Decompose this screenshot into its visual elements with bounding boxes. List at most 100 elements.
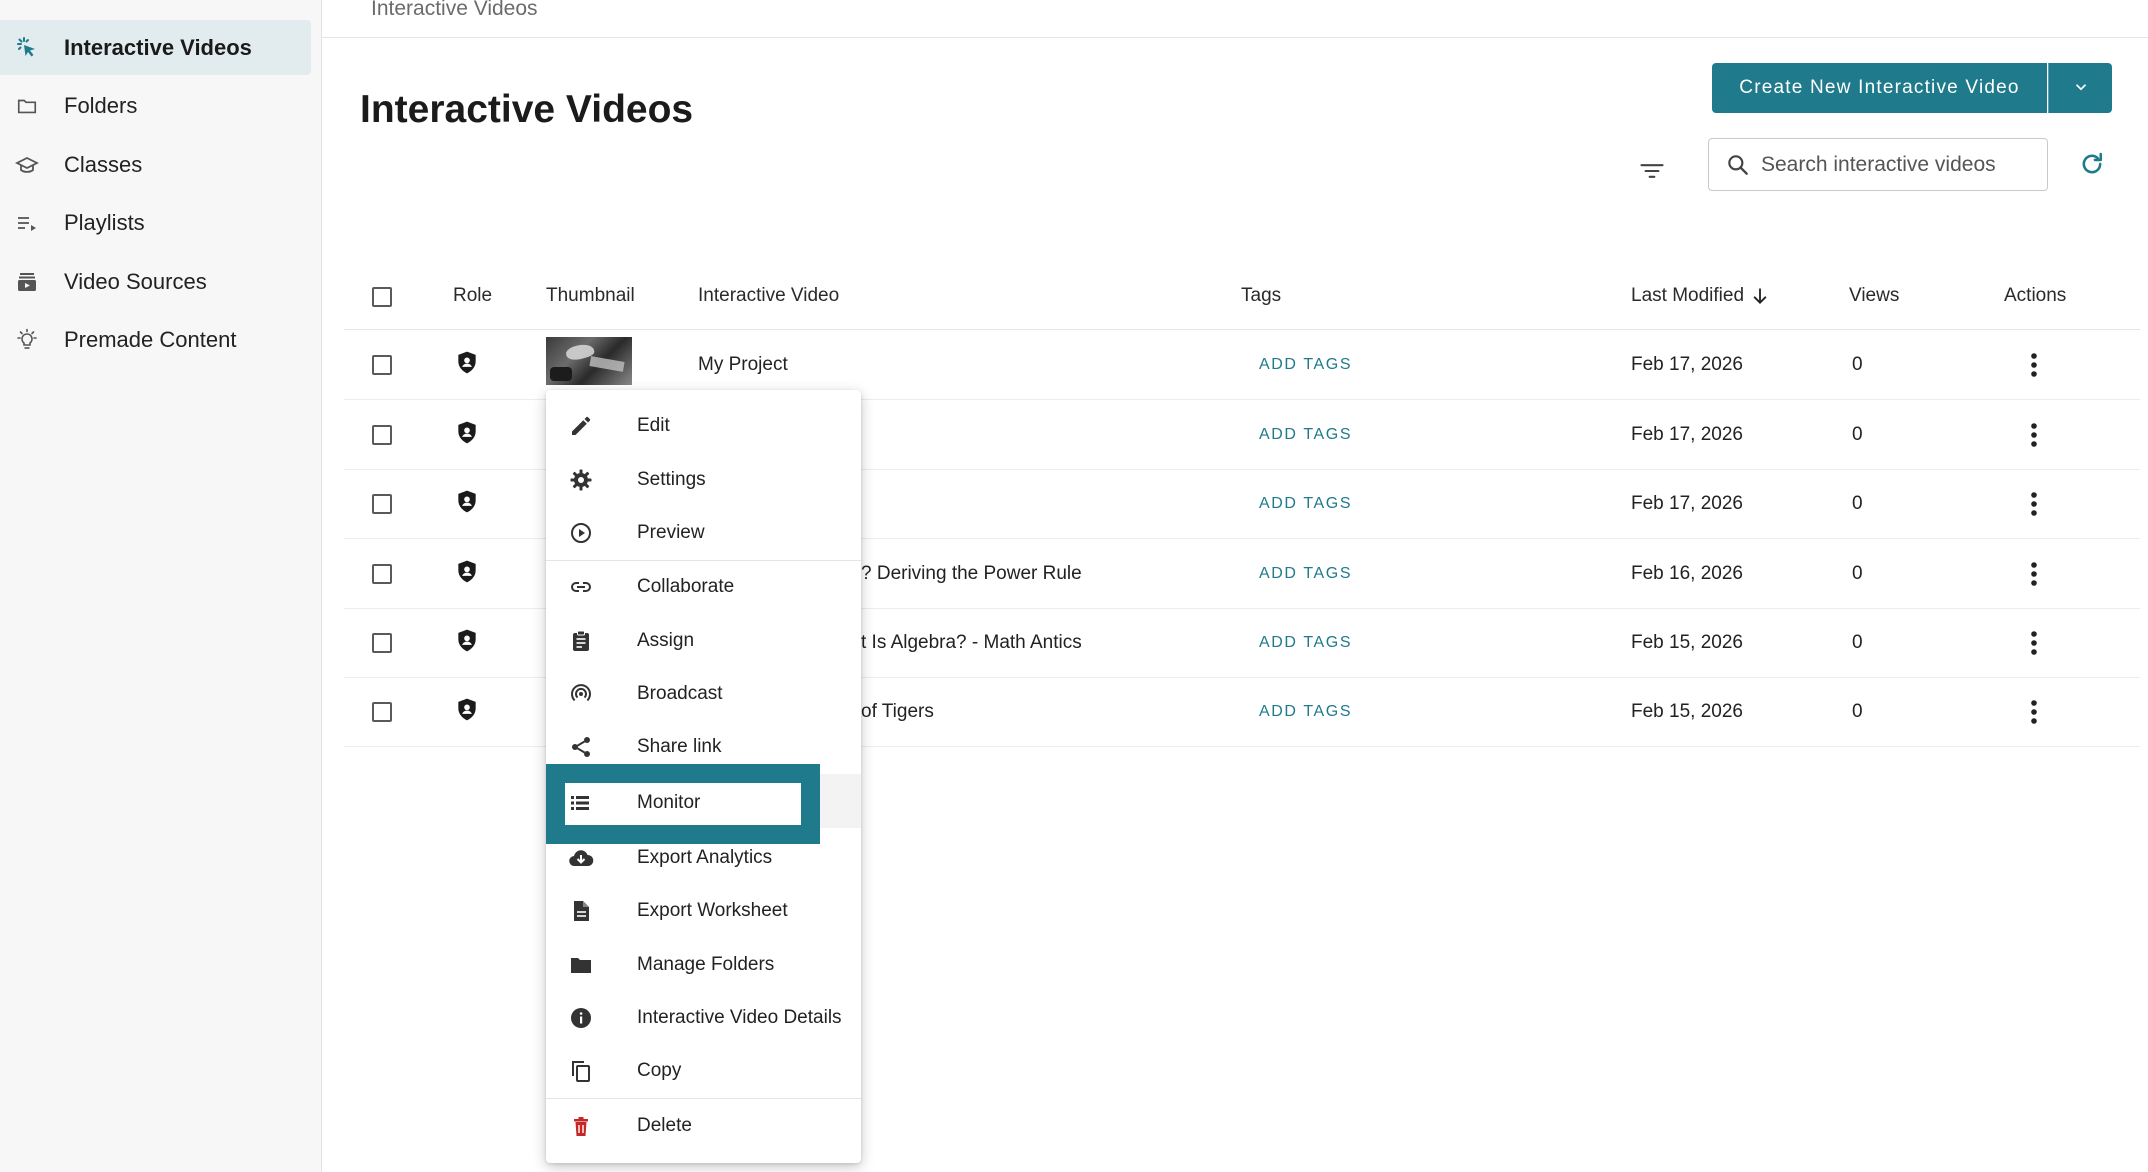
menu-item-label: Share link bbox=[637, 736, 722, 757]
sidebar-item-classes[interactable]: Classes bbox=[0, 137, 311, 192]
column-header-last-modified[interactable]: Last Modified bbox=[1631, 285, 1770, 307]
row-checkbox[interactable] bbox=[372, 633, 392, 653]
trash-icon bbox=[568, 1113, 594, 1139]
row-checkbox[interactable] bbox=[372, 425, 392, 445]
last-modified: Feb 15, 2026 bbox=[1631, 632, 1743, 653]
menu-item-export-analytics[interactable]: Export Analytics bbox=[546, 831, 861, 885]
menu-item-collaborate[interactable]: Collaborate bbox=[546, 560, 861, 614]
menu-item-broadcast[interactable]: Broadcast bbox=[546, 667, 861, 721]
add-tags-button[interactable]: ADD TAGS bbox=[1259, 426, 1352, 444]
top-bar: Interactive Videos bbox=[322, 0, 2148, 38]
column-header-interactive-video[interactable]: Interactive Video bbox=[698, 285, 839, 307]
graduation-cap-icon bbox=[14, 152, 40, 178]
row-checkbox[interactable] bbox=[372, 702, 392, 722]
row-checkbox[interactable] bbox=[372, 355, 392, 375]
video-library-icon bbox=[14, 269, 40, 295]
breadcrumb: Interactive Videos bbox=[371, 0, 538, 20]
pencil-icon bbox=[568, 413, 594, 439]
refresh-icon bbox=[2078, 150, 2106, 183]
sidebar-item-label: Folders bbox=[64, 92, 138, 118]
menu-item-edit[interactable]: Edit bbox=[546, 399, 861, 453]
search-input[interactable] bbox=[1761, 145, 2041, 185]
table-header: Role Thumbnail Interactive Video Tags La… bbox=[344, 265, 2140, 330]
clipboard-icon bbox=[568, 628, 594, 654]
sidebar-item-interactive-videos[interactable]: Interactive Videos bbox=[0, 20, 311, 75]
add-tags-button[interactable]: ADD TAGS bbox=[1259, 634, 1352, 652]
add-tags-button[interactable]: ADD TAGS bbox=[1259, 495, 1352, 513]
sidebar-item-playlists[interactable]: Playlists bbox=[0, 195, 311, 250]
add-tags-button[interactable]: ADD TAGS bbox=[1259, 565, 1352, 583]
more-actions-button[interactable] bbox=[2024, 558, 2044, 590]
sidebar-item-premade-content[interactable]: Premade Content bbox=[0, 312, 311, 367]
cloud-download-icon bbox=[568, 845, 594, 871]
add-tags-button[interactable]: ADD TAGS bbox=[1259, 703, 1352, 721]
more-actions-button[interactable] bbox=[2024, 488, 2044, 520]
row-checkbox[interactable] bbox=[372, 564, 392, 584]
menu-item-label: Preview bbox=[637, 522, 705, 543]
sidebar-item-video-sources[interactable]: Video Sources bbox=[0, 254, 311, 309]
folder-filled-icon bbox=[568, 952, 594, 978]
sidebar-item-label: Premade Content bbox=[64, 326, 237, 352]
owner-shield-icon bbox=[454, 697, 480, 728]
menu-item-interactive-video-details[interactable]: Interactive Video Details bbox=[546, 991, 861, 1045]
menu-item-delete[interactable]: Delete bbox=[546, 1099, 861, 1153]
menu-item-copy[interactable]: Copy bbox=[546, 1044, 861, 1098]
menu-item-label: Edit bbox=[637, 415, 670, 436]
last-modified: Feb 17, 2026 bbox=[1631, 493, 1743, 514]
views-count: 0 bbox=[1852, 701, 1863, 722]
column-header-last-modified-label: Last Modified bbox=[1631, 285, 1745, 306]
refresh-button[interactable] bbox=[2073, 147, 2111, 185]
video-title[interactable]: My Project bbox=[698, 354, 788, 376]
video-title[interactable]: ? Deriving the Power Rule bbox=[861, 563, 1082, 585]
menu-item-manage-folders[interactable]: Manage Folders bbox=[546, 938, 861, 992]
menu-item-label: Manage Folders bbox=[637, 954, 775, 975]
menu-item-assign[interactable]: Assign bbox=[546, 614, 861, 668]
list-icon bbox=[568, 791, 592, 820]
sidebar-item-label: Classes bbox=[64, 151, 143, 177]
sidebar: Interactive Videos Folders Classes Playl… bbox=[0, 0, 322, 1172]
last-modified: Feb 17, 2026 bbox=[1631, 354, 1743, 375]
more-actions-button[interactable] bbox=[2024, 419, 2044, 451]
video-title[interactable]: of Tigers bbox=[861, 701, 934, 723]
menu-item-label: Assign bbox=[637, 630, 695, 651]
lightbulb-icon bbox=[14, 327, 40, 353]
share-icon bbox=[568, 734, 594, 760]
more-actions-button[interactable] bbox=[2024, 349, 2044, 381]
gear-icon bbox=[568, 467, 594, 493]
video-thumbnail[interactable] bbox=[546, 337, 632, 385]
add-tags-button[interactable]: ADD TAGS bbox=[1259, 356, 1352, 374]
search-icon bbox=[1725, 152, 1751, 183]
cursor-click-icon bbox=[14, 35, 40, 61]
app: Interactive Videos Folders Classes Playl… bbox=[0, 0, 2148, 1172]
menu-item-monitor[interactable]: Monitor bbox=[565, 783, 801, 825]
menu-item-label: Export Worksheet bbox=[637, 900, 788, 921]
menu-item-label: Copy bbox=[637, 1060, 682, 1081]
folder-icon bbox=[14, 93, 40, 119]
more-vert-icon bbox=[2031, 353, 2037, 377]
owner-shield-icon bbox=[454, 489, 480, 520]
more-actions-button[interactable] bbox=[2024, 627, 2044, 659]
row-checkbox[interactable] bbox=[372, 494, 392, 514]
menu-item-label: Broadcast bbox=[637, 683, 723, 704]
info-icon bbox=[568, 1005, 594, 1031]
select-all-checkbox[interactable] bbox=[372, 287, 392, 307]
page-title: Interactive Videos bbox=[360, 88, 694, 131]
playlist-icon bbox=[14, 210, 40, 236]
menu-item-preview[interactable]: Preview bbox=[546, 506, 861, 560]
menu-item-export-worksheet[interactable]: Export Worksheet bbox=[546, 884, 861, 938]
filter-button[interactable] bbox=[1632, 153, 1672, 193]
video-title[interactable]: t Is Algebra? - Math Antics bbox=[861, 632, 1082, 654]
play-circle-icon bbox=[568, 520, 594, 546]
search-box bbox=[1708, 138, 2048, 191]
menu-item-settings[interactable]: Settings bbox=[546, 453, 861, 507]
sidebar-item-folders[interactable]: Folders bbox=[0, 78, 311, 133]
column-header-views[interactable]: Views bbox=[1849, 285, 1899, 307]
create-options-dropdown-button[interactable] bbox=[2048, 63, 2112, 113]
copy-icon bbox=[568, 1058, 594, 1084]
more-actions-button[interactable] bbox=[2024, 696, 2044, 728]
create-new-interactive-video-button[interactable]: Create New Interactive Video bbox=[1712, 63, 2047, 113]
views-count: 0 bbox=[1852, 563, 1863, 584]
views-count: 0 bbox=[1852, 632, 1863, 653]
menu-item-label: Interactive Video Details bbox=[637, 1007, 842, 1028]
owner-shield-icon bbox=[454, 350, 480, 381]
